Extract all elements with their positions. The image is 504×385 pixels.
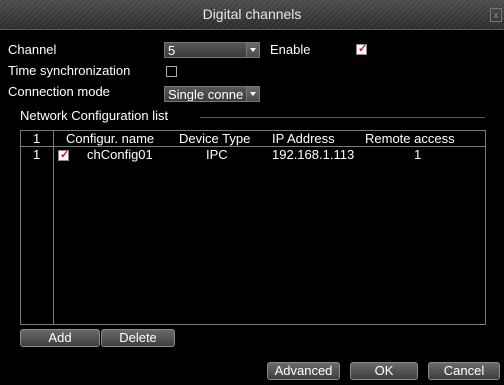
row-checkbox[interactable]: ✓: [58, 149, 70, 161]
network-config-list-label: Network Configuration list: [20, 108, 169, 123]
checkmark-icon: ✓: [60, 149, 70, 161]
delete-button[interactable]: Delete: [101, 329, 175, 347]
time-sync-label: Time synchronization: [8, 63, 131, 78]
ok-button[interactable]: OK: [350, 362, 418, 380]
chevron-down-icon: [246, 43, 259, 57]
advanced-button[interactable]: Advanced: [267, 362, 340, 380]
channel-label: Channel: [8, 42, 57, 57]
checkmark-icon: ✓: [358, 43, 368, 55]
table-row[interactable]: 1 ✓ chConfig01 IPC 192.168.1.113 1: [21, 147, 485, 162]
channel-select[interactable]: 5: [164, 42, 260, 58]
row-remote-access: 1: [414, 147, 422, 162]
list-header: 1 Configur. name Device Type IP Address …: [21, 131, 485, 147]
time-sync-checkbox[interactable]: [166, 66, 177, 77]
enable-label: Enable: [270, 42, 311, 57]
header-remote-access[interactable]: Remote access: [365, 131, 455, 146]
connection-mode-label: Connection mode: [8, 84, 110, 99]
header-index: 1: [33, 131, 41, 146]
connection-mode-value: Single conne: [168, 87, 244, 102]
connection-mode-select[interactable]: Single conne: [164, 86, 260, 102]
title-bar: Digital channels x: [0, 0, 504, 30]
row-ip-address: 192.168.1.113: [272, 147, 355, 162]
network-config-list[interactable]: 1 Configur. name Device Type IP Address …: [20, 130, 486, 325]
row-device-type: IPC: [206, 147, 228, 162]
cancel-button[interactable]: Cancel: [428, 362, 500, 380]
dialog-title: Digital channels: [202, 6, 302, 22]
row-index: 1: [33, 147, 41, 162]
chevron-down-icon: [246, 87, 259, 101]
close-icon[interactable]: x: [490, 8, 502, 22]
row-config-name: chConfig01: [87, 147, 153, 162]
add-button[interactable]: Add: [20, 329, 100, 347]
digital-channels-dialog: Digital channels x Channel 5 Enable ✓ Ti…: [0, 0, 504, 385]
section-divider: [200, 117, 485, 118]
header-configur-name[interactable]: Configur. name: [66, 131, 154, 146]
enable-checkbox[interactable]: ✓: [356, 43, 368, 55]
header-device-type[interactable]: Device Type: [179, 131, 250, 146]
channel-select-value: 5: [168, 43, 176, 58]
header-ip-address[interactable]: IP Address: [272, 131, 335, 146]
